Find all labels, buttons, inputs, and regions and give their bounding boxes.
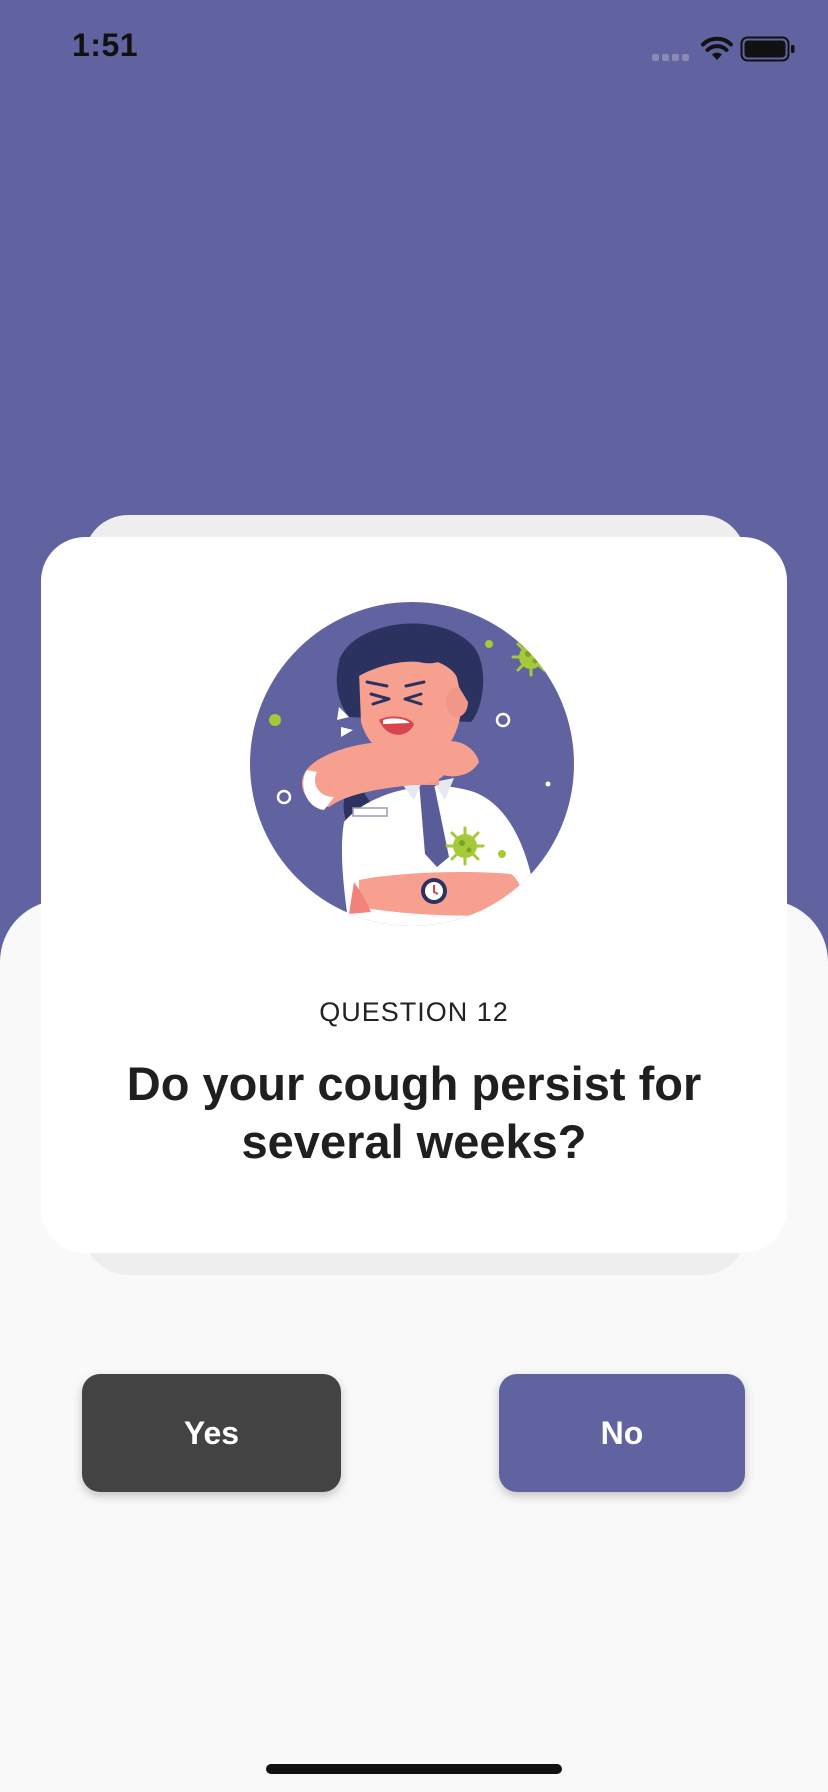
coughing-person-illustration (250, 602, 574, 926)
cellular-signal-icon (652, 54, 689, 61)
status-bar: 1:51 (0, 0, 828, 100)
question-card: QUESTION 12 Do your cough persist for se… (41, 537, 787, 1253)
status-time: 1:51 (72, 27, 139, 63)
wifi-icon (701, 36, 733, 60)
battery-icon (740, 36, 795, 62)
question-number-label: QUESTION 12 (319, 997, 509, 1027)
yes-button[interactable]: Yes (82, 1374, 341, 1492)
home-indicator[interactable] (266, 1764, 562, 1774)
question-text: Do your cough persist for several weeks? (126, 1057, 702, 1168)
question-screen: 1:51 QUESTION 12 Do your cough persist f… (0, 0, 828, 1792)
no-button[interactable]: No (499, 1374, 745, 1492)
